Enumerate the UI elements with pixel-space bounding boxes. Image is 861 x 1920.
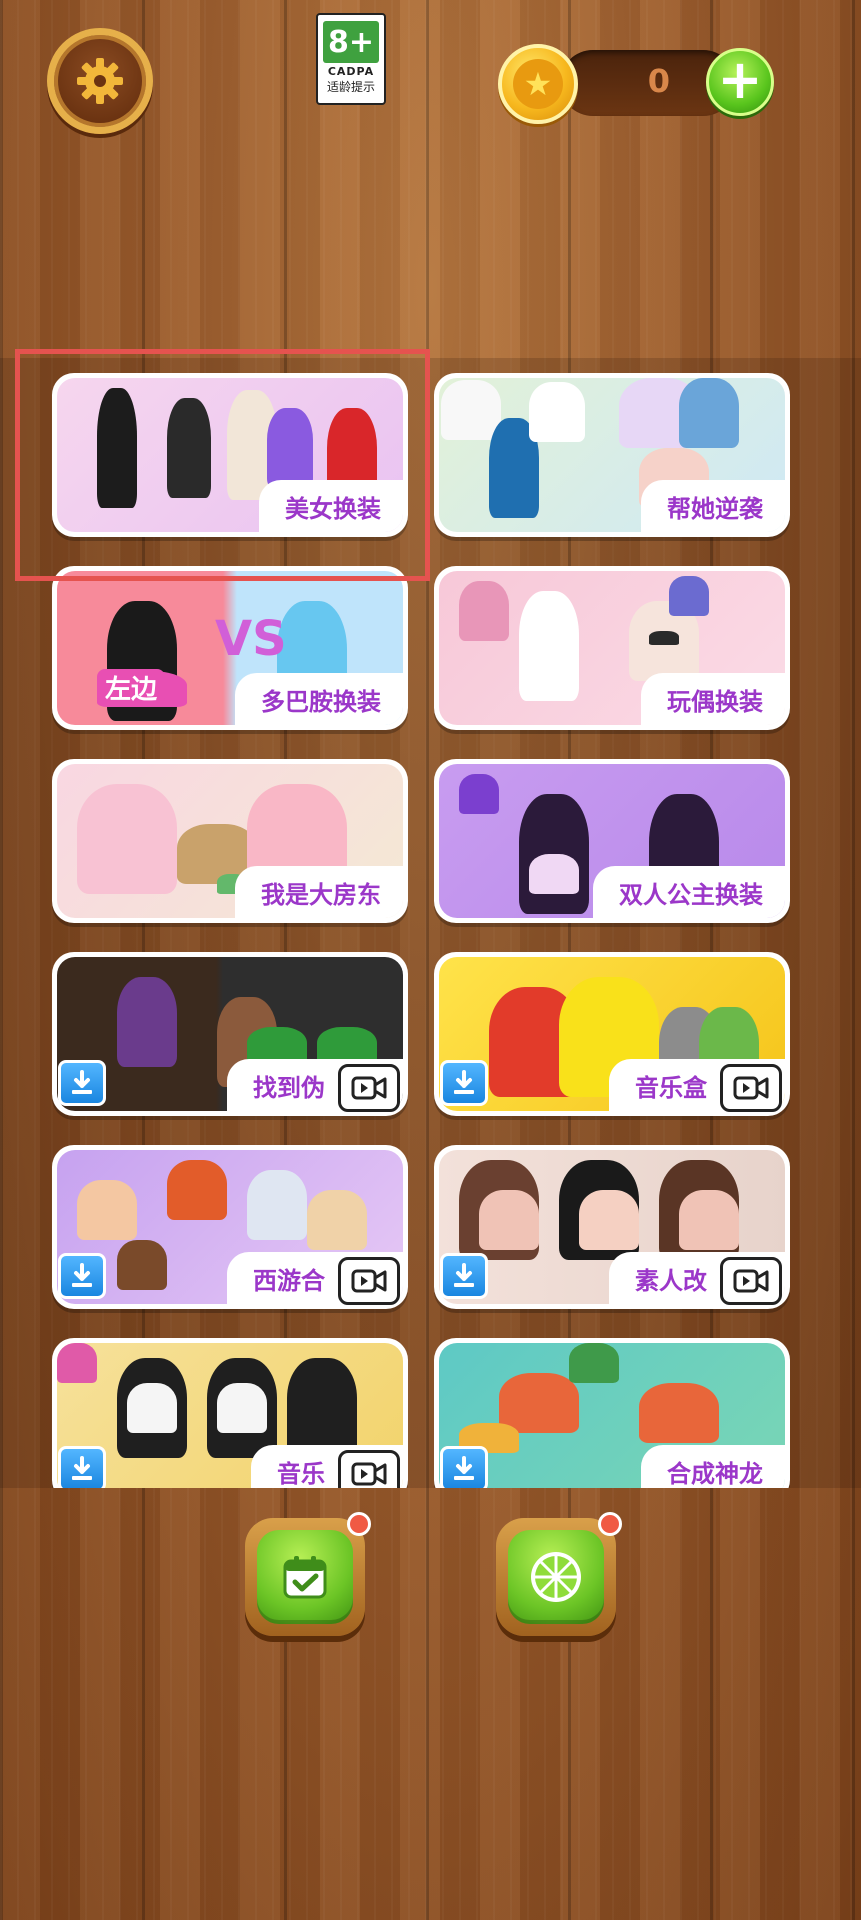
game-title: 多巴胺换装 <box>235 673 403 725</box>
thumbnail-figure <box>679 1190 739 1250</box>
thumbnail-figure <box>287 1358 357 1458</box>
notification-dot <box>347 1512 371 1536</box>
download-icon <box>72 1263 92 1287</box>
gear-icon <box>77 58 123 104</box>
download-button[interactable] <box>58 1060 106 1106</box>
thumbnail-figure <box>217 1383 267 1433</box>
download-button[interactable] <box>58 1446 106 1488</box>
thumbnail-figure <box>499 1373 579 1433</box>
thumbnail-figure <box>77 1180 137 1240</box>
thumbnail-figure <box>639 1383 719 1443</box>
lime-icon <box>531 1552 581 1602</box>
thumbnail-figure <box>649 631 679 645</box>
settings-button[interactable] <box>47 28 153 134</box>
thumbnail-figure <box>247 1170 307 1240</box>
game-card[interactable]: 逮捕逮捕找到伪 <box>52 952 408 1116</box>
game-title: 合成神龙 <box>641 1445 785 1488</box>
game-card[interactable]: 左边 VS 多巴胺换装 <box>52 566 408 730</box>
thumbnail-figure <box>307 1190 367 1250</box>
thumbnail-figure <box>167 1160 227 1220</box>
game-card[interactable]: 西游合 <box>52 1145 408 1309</box>
game-title: 我是大房东 <box>235 866 403 918</box>
video-camera-icon <box>351 1269 387 1293</box>
download-button[interactable] <box>440 1060 488 1106</box>
thumbnail-text: 左边 <box>97 669 166 706</box>
calendar-check-icon <box>283 1556 327 1599</box>
coin-value: 0 <box>647 62 670 100</box>
video-camera-icon <box>351 1462 387 1486</box>
download-icon <box>454 1456 474 1480</box>
age-rating-tip: 适龄提示 <box>326 80 375 94</box>
thumbnail-figure <box>679 378 739 448</box>
game-card[interactable]: 玩偶换装 <box>434 566 790 730</box>
video-camera-icon <box>733 1076 769 1100</box>
video-camera-icon <box>351 1076 387 1100</box>
thumbnail-figure <box>459 774 499 814</box>
game-card[interactable]: 素人改 <box>434 1145 790 1309</box>
download-button[interactable] <box>440 1253 488 1299</box>
thumbnail-figure <box>519 591 579 701</box>
download-button[interactable] <box>58 1253 106 1299</box>
download-icon <box>454 1263 474 1287</box>
game-card[interactable]: 音乐 <box>52 1338 408 1488</box>
thumbnail-figure <box>127 1383 177 1433</box>
star-coin-icon: ★ <box>498 44 578 124</box>
thumbnail-figure <box>669 576 709 616</box>
thumbnail-figure <box>57 1343 97 1383</box>
video-camera-icon <box>733 1269 769 1293</box>
watch-video-button[interactable] <box>338 1064 400 1112</box>
watch-video-button[interactable] <box>338 1450 400 1488</box>
game-card[interactable]: 音乐盒 <box>434 952 790 1116</box>
thumbnail-figure <box>529 382 585 442</box>
game-title: 双人公主换装 <box>593 866 785 918</box>
thumbnail-figure <box>479 1190 539 1250</box>
thumbnail-figure <box>117 977 177 1067</box>
download-icon <box>72 1070 92 1094</box>
thumbnail-figure <box>459 581 509 641</box>
age-rating-org: CADPA <box>327 65 375 78</box>
download-icon <box>454 1070 474 1094</box>
age-rating-badge[interactable]: 8+ CADPA 适龄提示 <box>316 13 386 105</box>
thumbnail-figure <box>117 1240 167 1290</box>
lime-bonus-button[interactable] <box>496 1512 622 1636</box>
thumbnail-text: VS <box>215 611 287 667</box>
age-rating-number: 8+ <box>323 21 379 63</box>
download-button[interactable] <box>440 1446 488 1488</box>
thumbnail-figure <box>77 784 177 894</box>
game-title: 玩偶换装 <box>641 673 785 725</box>
plus-icon: + <box>717 48 763 111</box>
watch-video-button[interactable] <box>720 1257 782 1305</box>
daily-checkin-button[interactable] <box>245 1512 371 1636</box>
watch-video-button[interactable] <box>338 1257 400 1305</box>
watch-video-button[interactable] <box>720 1064 782 1112</box>
thumbnail-figure <box>441 380 501 440</box>
game-card[interactable]: 帮她逆袭 <box>434 373 790 537</box>
game-card[interactable]: 我是大房东 <box>52 759 408 923</box>
selection-highlight <box>15 349 430 581</box>
notification-dot <box>598 1512 622 1536</box>
add-coins-button[interactable]: + <box>706 48 774 116</box>
game-card[interactable]: 双人公主换装 <box>434 759 790 923</box>
thumbnail-figure <box>529 854 579 894</box>
download-icon <box>72 1456 92 1480</box>
game-title: 帮她逆袭 <box>641 480 785 532</box>
thumbnail-figure <box>569 1343 619 1383</box>
game-card[interactable]: 合成神龙 <box>434 1338 790 1488</box>
thumbnail-figure <box>579 1190 639 1250</box>
